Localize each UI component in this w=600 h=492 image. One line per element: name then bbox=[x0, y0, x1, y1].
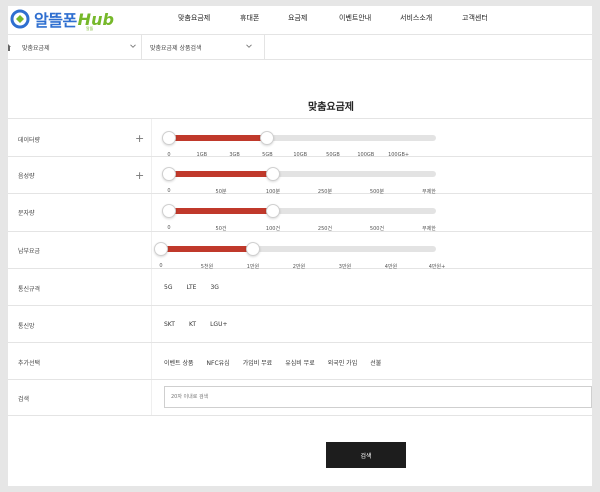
filter-label-extra: 추가선택 bbox=[18, 360, 41, 367]
nav-item-events[interactable]: 이벤트안내 bbox=[339, 13, 371, 23]
main-nav: 맞춤요금제 휴대폰 요금제 이벤트안내 서비스소개 고객센터 bbox=[8, 13, 592, 27]
slider-min-handle[interactable] bbox=[162, 204, 176, 218]
row-divider bbox=[151, 343, 152, 379]
breadcrumb-select-level1[interactable]: 맞춤요금제 bbox=[14, 35, 142, 59]
filter-label-carrier: 통신망 bbox=[18, 323, 35, 330]
slider-min-handle[interactable] bbox=[154, 242, 168, 256]
slider-max-handle[interactable] bbox=[246, 242, 260, 256]
chevron-down-icon bbox=[246, 43, 252, 49]
breadcrumb-level1-label: 맞춤요금제 bbox=[22, 45, 50, 52]
slider-max-handle[interactable] bbox=[266, 167, 280, 181]
slider-selected-range bbox=[161, 246, 253, 252]
nav-item-support[interactable]: 고객센터 bbox=[462, 13, 488, 23]
slider-tick-label: 500건 bbox=[369, 226, 385, 232]
row-divider bbox=[151, 232, 152, 268]
slider-tick-label: 50건 bbox=[215, 226, 227, 232]
slider-tick-label: 무제한 bbox=[422, 226, 436, 232]
filter-label-data: 데이터량 bbox=[18, 137, 41, 144]
slider-selected-range bbox=[169, 135, 268, 141]
extra-options: 이벤트 상품 NFC유심 가입비 무료 유심비 무료 외국인 가입 선불 bbox=[164, 358, 381, 367]
slider-max-handle[interactable] bbox=[266, 204, 280, 218]
row-divider bbox=[151, 269, 152, 305]
slider-tick-label: 100건 bbox=[265, 226, 281, 232]
plus-icon[interactable]: + bbox=[135, 133, 144, 144]
row-divider bbox=[151, 306, 152, 342]
plus-icon[interactable]: + bbox=[135, 170, 144, 181]
slider-selected-range bbox=[169, 208, 273, 214]
title-section: 맞춤요금제 bbox=[8, 60, 592, 119]
breadcrumb: 맞춤요금제 맞춤요금제 상품검색 bbox=[8, 35, 592, 60]
option-lgu[interactable]: LGU+ bbox=[210, 321, 227, 328]
filter-label-network: 통신규격 bbox=[18, 286, 41, 293]
row-divider bbox=[151, 380, 152, 415]
slider-max-handle[interactable] bbox=[260, 131, 275, 145]
search-input[interactable] bbox=[165, 387, 591, 407]
row-divider bbox=[151, 157, 152, 193]
filter-row-fee: 납부요금 0 5천원 1만원 2만원 3만원 4만원 4만원+ bbox=[8, 232, 592, 270]
filter-row-carrier: 통신망 SKT KT LGU+ bbox=[8, 306, 592, 343]
slider-selected-range bbox=[169, 171, 273, 177]
slider-min-handle[interactable] bbox=[162, 167, 176, 181]
slider-tick-label: 0 bbox=[167, 225, 171, 231]
option-lte[interactable]: LTE bbox=[186, 284, 196, 291]
filter-row-search: 검색 bbox=[8, 380, 592, 416]
option-free-signup[interactable]: 가입비 무료 bbox=[243, 358, 273, 367]
nav-item-phones[interactable]: 휴대폰 bbox=[240, 13, 259, 23]
row-divider bbox=[151, 194, 152, 231]
filter-row-sms: 문자량 0 50건 100건 250건 500건 무제한 bbox=[8, 194, 592, 232]
option-foreigner[interactable]: 외국인 가입 bbox=[328, 358, 358, 367]
chevron-down-icon bbox=[130, 43, 136, 49]
option-skt[interactable]: SKT bbox=[164, 321, 175, 328]
home-icon[interactable] bbox=[8, 42, 12, 52]
filter-row-voice: 음성량 + 0 50분 100분 250분 500분 무제한 bbox=[8, 157, 592, 195]
nav-item-about[interactable]: 서비스소개 bbox=[400, 13, 432, 23]
nav-item-custom-plan[interactable]: 맞춤요금제 bbox=[178, 13, 210, 23]
filter-label-sms: 문자량 bbox=[18, 210, 35, 217]
page-title: 맞춤요금제 bbox=[308, 102, 354, 113]
filter-row-extra: 추가선택 이벤트 상품 NFC유심 가입비 무료 유심비 무료 외국인 가입 선… bbox=[8, 343, 592, 380]
slider-tick-label: 250건 bbox=[317, 226, 333, 232]
breadcrumb-level2-label: 맞춤요금제 상품검색 bbox=[150, 45, 202, 52]
option-3g[interactable]: 3G bbox=[210, 284, 218, 291]
search-box bbox=[164, 386, 592, 408]
filter-label-voice: 음성량 bbox=[18, 173, 35, 180]
option-prepaid[interactable]: 선불 bbox=[370, 358, 381, 367]
network-options: 5G LTE 3G bbox=[164, 284, 219, 291]
carrier-options: SKT KT LGU+ bbox=[164, 321, 228, 328]
slider-min-handle[interactable] bbox=[162, 131, 176, 145]
breadcrumb-select-level2[interactable]: 맞춤요금제 상품검색 bbox=[142, 35, 265, 59]
filter-label-search: 검색 bbox=[18, 396, 30, 403]
nav-item-plans[interactable]: 요금제 bbox=[288, 13, 307, 23]
row-divider bbox=[151, 119, 152, 156]
option-nfc-usim[interactable]: NFC유심 bbox=[207, 358, 230, 367]
option-free-usim[interactable]: 유심비 무료 bbox=[285, 358, 315, 367]
header: 알뜰폰 Hub 알뜰 맞춤요금제 휴대폰 요금제 이벤트안내 서비스소개 고객센… bbox=[8, 6, 592, 34]
option-kt[interactable]: KT bbox=[189, 321, 196, 328]
filter-row-network: 통신규격 5G LTE 3G bbox=[8, 269, 592, 306]
page: 알뜰폰 Hub 알뜰 맞춤요금제 휴대폰 요금제 이벤트안내 서비스소개 고객센… bbox=[8, 6, 592, 486]
filter-row-data: 데이터량 + 0 1GB 3GB 5GB 10GB 50GB 100GB 100GB+ bbox=[8, 119, 592, 158]
option-event-product[interactable]: 이벤트 상품 bbox=[164, 358, 194, 367]
filter-label-fee: 납부요금 bbox=[18, 248, 41, 255]
option-5g[interactable]: 5G bbox=[164, 284, 172, 291]
search-button[interactable]: 검색 bbox=[326, 442, 406, 468]
